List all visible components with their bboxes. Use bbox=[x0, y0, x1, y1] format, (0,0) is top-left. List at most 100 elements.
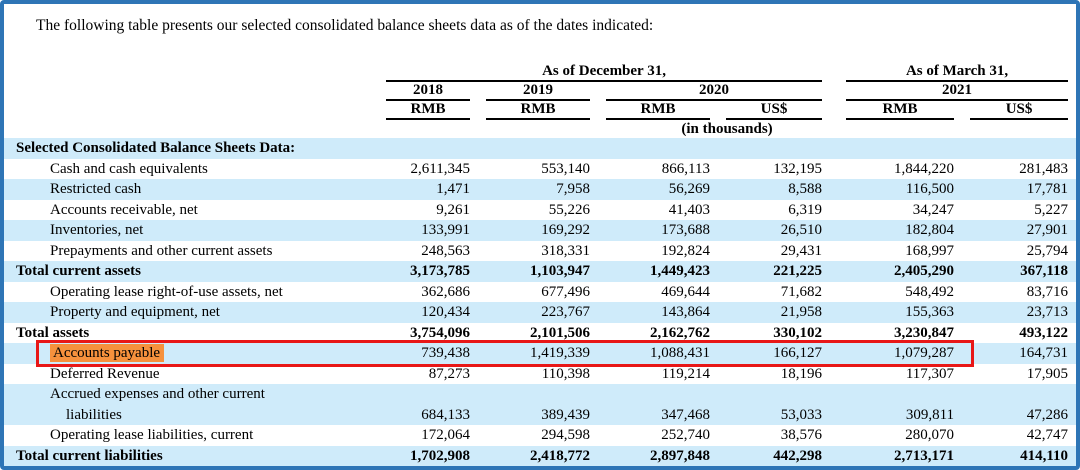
row-label-cell: Inventories, net bbox=[4, 220, 378, 241]
value-cell: 493,122 bbox=[962, 323, 1076, 344]
balance-sheet-table: As of December 31, As of March 31, 2018 … bbox=[4, 61, 1076, 466]
value-cell: 362,686 bbox=[378, 282, 478, 303]
value-cell: 389,439 bbox=[478, 384, 598, 425]
value-cell: 17,781 bbox=[962, 179, 1076, 200]
column-gap bbox=[830, 425, 838, 446]
column-gap bbox=[830, 200, 838, 221]
value-cell: 164,731 bbox=[962, 343, 1076, 364]
currency-header-row: RMB RMB RMB US$ RMB US$ bbox=[4, 101, 1076, 120]
value-cell: 7,958 bbox=[478, 179, 598, 200]
column-gap bbox=[830, 241, 838, 262]
value-cell: 1,449,423 bbox=[598, 261, 718, 282]
column-gap bbox=[830, 179, 838, 200]
table-row: Total current assets 3,173,7851,103,9471… bbox=[4, 261, 1076, 282]
table-row: Deferred Revenue 87,273110,398119,21418,… bbox=[4, 364, 1076, 385]
value-cell: 1,844,220 bbox=[838, 159, 962, 180]
column-gap bbox=[830, 364, 838, 385]
value-cell bbox=[478, 138, 598, 159]
value-cell: 548,492 bbox=[838, 282, 962, 303]
value-cell: 739,438 bbox=[378, 343, 478, 364]
table-row: Inventories, net 133,991169,292173,68826… bbox=[4, 220, 1076, 241]
empty-cell bbox=[4, 61, 378, 82]
value-cell: 34,247 bbox=[838, 200, 962, 221]
value-cell: 1,471 bbox=[378, 179, 478, 200]
value-cell: 3,230,847 bbox=[838, 323, 962, 344]
group-header-december: As of December 31, bbox=[378, 61, 830, 82]
value-cell bbox=[598, 138, 718, 159]
column-gap bbox=[830, 159, 838, 180]
value-cell: 2,101,506 bbox=[478, 323, 598, 344]
value-cell: 192,824 bbox=[598, 241, 718, 262]
empty-cell bbox=[4, 82, 378, 101]
row-label-cell: Property and equipment, net bbox=[4, 302, 378, 323]
value-cell: 866,113 bbox=[598, 159, 718, 180]
value-cell: 26,510 bbox=[718, 220, 830, 241]
value-cell: 221,225 bbox=[718, 261, 830, 282]
year-2018-label: 2018 bbox=[386, 82, 470, 101]
year-header-2021: 2021 bbox=[838, 82, 1076, 101]
column-gap bbox=[830, 101, 838, 120]
value-cell: 133,991 bbox=[378, 220, 478, 241]
value-cell: 281,483 bbox=[962, 159, 1076, 180]
value-cell: 42,747 bbox=[962, 425, 1076, 446]
value-cell: 1,079,287 bbox=[838, 343, 962, 364]
table-row: Operating lease liabilities, current 172… bbox=[4, 425, 1076, 446]
value-cell: 116,500 bbox=[838, 179, 962, 200]
value-cell: 132,195 bbox=[718, 159, 830, 180]
year-2019-label: 2019 bbox=[486, 82, 590, 101]
row-label-cell: Deferred Revenue bbox=[4, 364, 378, 385]
year-header-2020: 2020 bbox=[598, 82, 830, 101]
currency-header-rmb-2020: RMB bbox=[598, 101, 718, 120]
currency-header-rmb-2021: RMB bbox=[838, 101, 962, 120]
value-cell: 117,307 bbox=[838, 364, 962, 385]
value-cell: 27,901 bbox=[962, 220, 1076, 241]
value-cell: 294,598 bbox=[478, 425, 598, 446]
group-header-march: As of March 31, bbox=[838, 61, 1076, 82]
table-row: Cash and cash equivalents 2,611,345553,1… bbox=[4, 159, 1076, 180]
value-cell bbox=[962, 138, 1076, 159]
intro-paragraph: The following table presents our selecte… bbox=[36, 16, 1076, 35]
value-cell: 2,405,290 bbox=[838, 261, 962, 282]
value-cell bbox=[378, 138, 478, 159]
empty-cell bbox=[4, 101, 378, 120]
value-cell: 2,418,772 bbox=[478, 446, 598, 467]
value-cell: 182,804 bbox=[838, 220, 962, 241]
column-gap bbox=[830, 343, 838, 364]
value-cell: 56,269 bbox=[598, 179, 718, 200]
value-cell: 280,070 bbox=[838, 425, 962, 446]
table-row: Accrued expenses and other currentliabil… bbox=[4, 384, 1076, 425]
currency-header-rmb-2019: RMB bbox=[478, 101, 598, 120]
value-cell: 2,611,345 bbox=[378, 159, 478, 180]
table-body: Selected Consolidated Balance Sheets Dat… bbox=[4, 138, 1076, 466]
value-cell: 53,033 bbox=[718, 384, 830, 425]
value-cell: 21,958 bbox=[718, 302, 830, 323]
value-cell: 347,468 bbox=[598, 384, 718, 425]
column-gap bbox=[830, 82, 838, 101]
currency-header-rmb-2018: RMB bbox=[378, 101, 478, 120]
highlight-marker: Accounts payable bbox=[50, 344, 164, 362]
value-cell bbox=[838, 138, 962, 159]
table-row: Prepayments and other current assets 248… bbox=[4, 241, 1076, 262]
value-cell: 3,173,785 bbox=[378, 261, 478, 282]
row-label-cell: Accounts payable bbox=[4, 343, 378, 364]
currency-header-usd-2021: US$ bbox=[962, 101, 1076, 120]
table-row: Total current liabilities 1,702,9082,418… bbox=[4, 446, 1076, 467]
value-cell: 309,811 bbox=[838, 384, 962, 425]
value-cell: 6,319 bbox=[718, 200, 830, 221]
value-cell: 2,162,762 bbox=[598, 323, 718, 344]
year-2021-label: 2021 bbox=[846, 82, 1068, 101]
table-row: Accounts receivable, net 9,26155,22641,4… bbox=[4, 200, 1076, 221]
value-cell: 223,767 bbox=[478, 302, 598, 323]
row-label-cell: Total assets bbox=[4, 323, 378, 344]
value-cell: 367,118 bbox=[962, 261, 1076, 282]
units-note-row: (in thousands) bbox=[4, 120, 1076, 138]
column-gap bbox=[830, 446, 838, 467]
column-gap bbox=[830, 138, 838, 159]
value-cell: 1,103,947 bbox=[478, 261, 598, 282]
year-2020-label: 2020 bbox=[606, 82, 822, 101]
column-gap bbox=[830, 302, 838, 323]
table-row: Property and equipment, net 120,434223,7… bbox=[4, 302, 1076, 323]
value-cell: 17,905 bbox=[962, 364, 1076, 385]
value-cell: 1,702,908 bbox=[378, 446, 478, 467]
value-cell bbox=[718, 138, 830, 159]
